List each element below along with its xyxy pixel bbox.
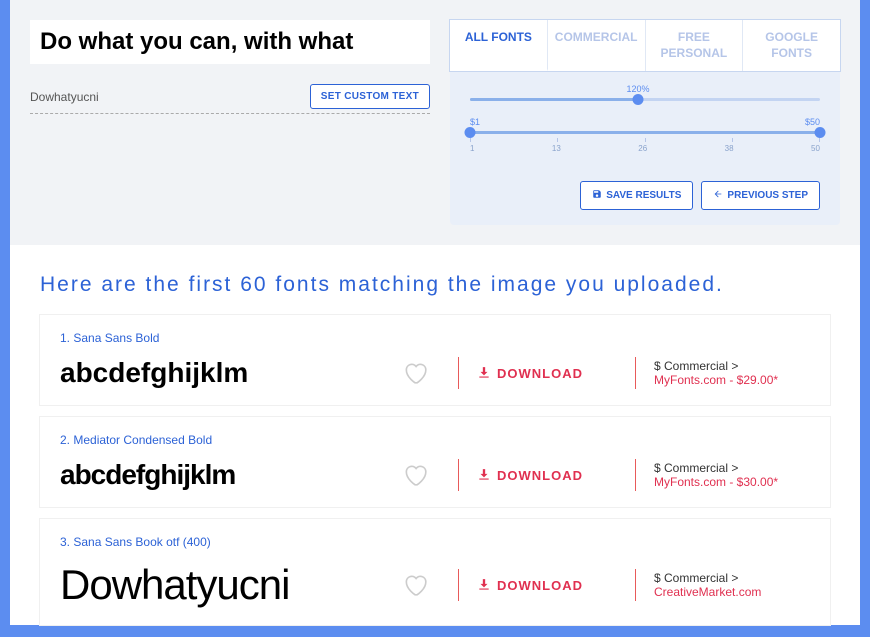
heart-icon	[402, 572, 428, 598]
download-button[interactable]: DOWNLOAD	[477, 468, 617, 483]
zoom-slider[interactable]: 120%	[470, 86, 820, 101]
heart-icon	[402, 360, 428, 386]
font-result-card: 3. Sana Sans Book otf (400) Dowhatyucni …	[40, 519, 830, 625]
custom-text-input[interactable]	[30, 86, 302, 108]
filter-tabs: ALL FONTS COMMERCIAL FREE PERSONAL GOOGL…	[449, 19, 841, 72]
font-preview: Dowhatyucni	[60, 561, 390, 609]
download-icon	[477, 578, 491, 592]
download-button[interactable]: DOWNLOAD	[477, 366, 617, 381]
font-name: 1. Sana Sans Bold	[60, 331, 810, 345]
tab-free-personal[interactable]: FREE PERSONAL	[646, 20, 744, 71]
heart-icon	[402, 462, 428, 488]
download-icon	[477, 366, 491, 380]
font-name: 3. Sana Sans Book otf (400)	[60, 535, 810, 549]
price-slider[interactable]: $1 $50 113263850	[470, 119, 820, 153]
sample-text-display: Do what you can, with what	[30, 20, 430, 64]
previous-step-button[interactable]: PREVIOUS STEP	[701, 181, 820, 210]
commerce-info: $ Commercial > MyFonts.com - $29.00*	[654, 359, 810, 387]
font-preview: abcdefghijklm	[60, 459, 390, 491]
commerce-info: $ Commercial > CreativeMarket.com	[654, 571, 810, 599]
arrow-left-icon	[713, 189, 723, 202]
custom-text-row: SET CUSTOM TEXT	[30, 84, 430, 114]
price-min-label: $1	[470, 117, 480, 127]
vendor-link[interactable]: MyFonts.com - $30.00*	[654, 475, 778, 489]
set-custom-text-button[interactable]: SET CUSTOM TEXT	[310, 84, 430, 109]
divider	[458, 357, 459, 389]
divider	[635, 357, 636, 389]
favorite-button[interactable]	[390, 360, 440, 386]
font-preview: abcdefghijklm	[60, 357, 390, 389]
price-max-label: $50	[805, 117, 820, 127]
commerce-info: $ Commercial > MyFonts.com - $30.00*	[654, 461, 810, 489]
download-button[interactable]: DOWNLOAD	[477, 578, 617, 593]
favorite-button[interactable]	[390, 572, 440, 598]
download-label: DOWNLOAD	[497, 468, 583, 483]
divider	[458, 569, 459, 601]
previous-step-label: PREVIOUS STEP	[727, 190, 808, 201]
tab-all-fonts[interactable]: ALL FONTS	[450, 20, 548, 71]
save-icon	[592, 189, 602, 202]
price-tick-labels: 113263850	[470, 144, 820, 153]
tab-commercial[interactable]: COMMERCIAL	[548, 20, 646, 71]
download-label: DOWNLOAD	[497, 366, 583, 381]
zoom-value-label: 120%	[626, 84, 649, 94]
download-icon	[477, 468, 491, 482]
tab-google-fonts[interactable]: GOOGLE FONTS	[743, 20, 840, 71]
font-name: 2. Mediator Condensed Bold	[60, 433, 810, 447]
divider	[458, 459, 459, 491]
vendor-link[interactable]: CreativeMarket.com	[654, 585, 761, 599]
font-result-card: 1. Sana Sans Bold abcdefghijklm DOWNLOAD…	[40, 315, 830, 405]
download-label: DOWNLOAD	[497, 578, 583, 593]
vendor-link[interactable]: MyFonts.com - $29.00*	[654, 373, 778, 387]
results-heading: Here are the first 60 fonts matching the…	[10, 245, 860, 315]
save-results-label: SAVE RESULTS	[606, 190, 681, 201]
divider	[635, 569, 636, 601]
favorite-button[interactable]	[390, 462, 440, 488]
save-results-button[interactable]: SAVE RESULTS	[580, 181, 693, 210]
font-result-card: 2. Mediator Condensed Bold abcdefghijklm…	[40, 417, 830, 507]
divider	[635, 459, 636, 491]
